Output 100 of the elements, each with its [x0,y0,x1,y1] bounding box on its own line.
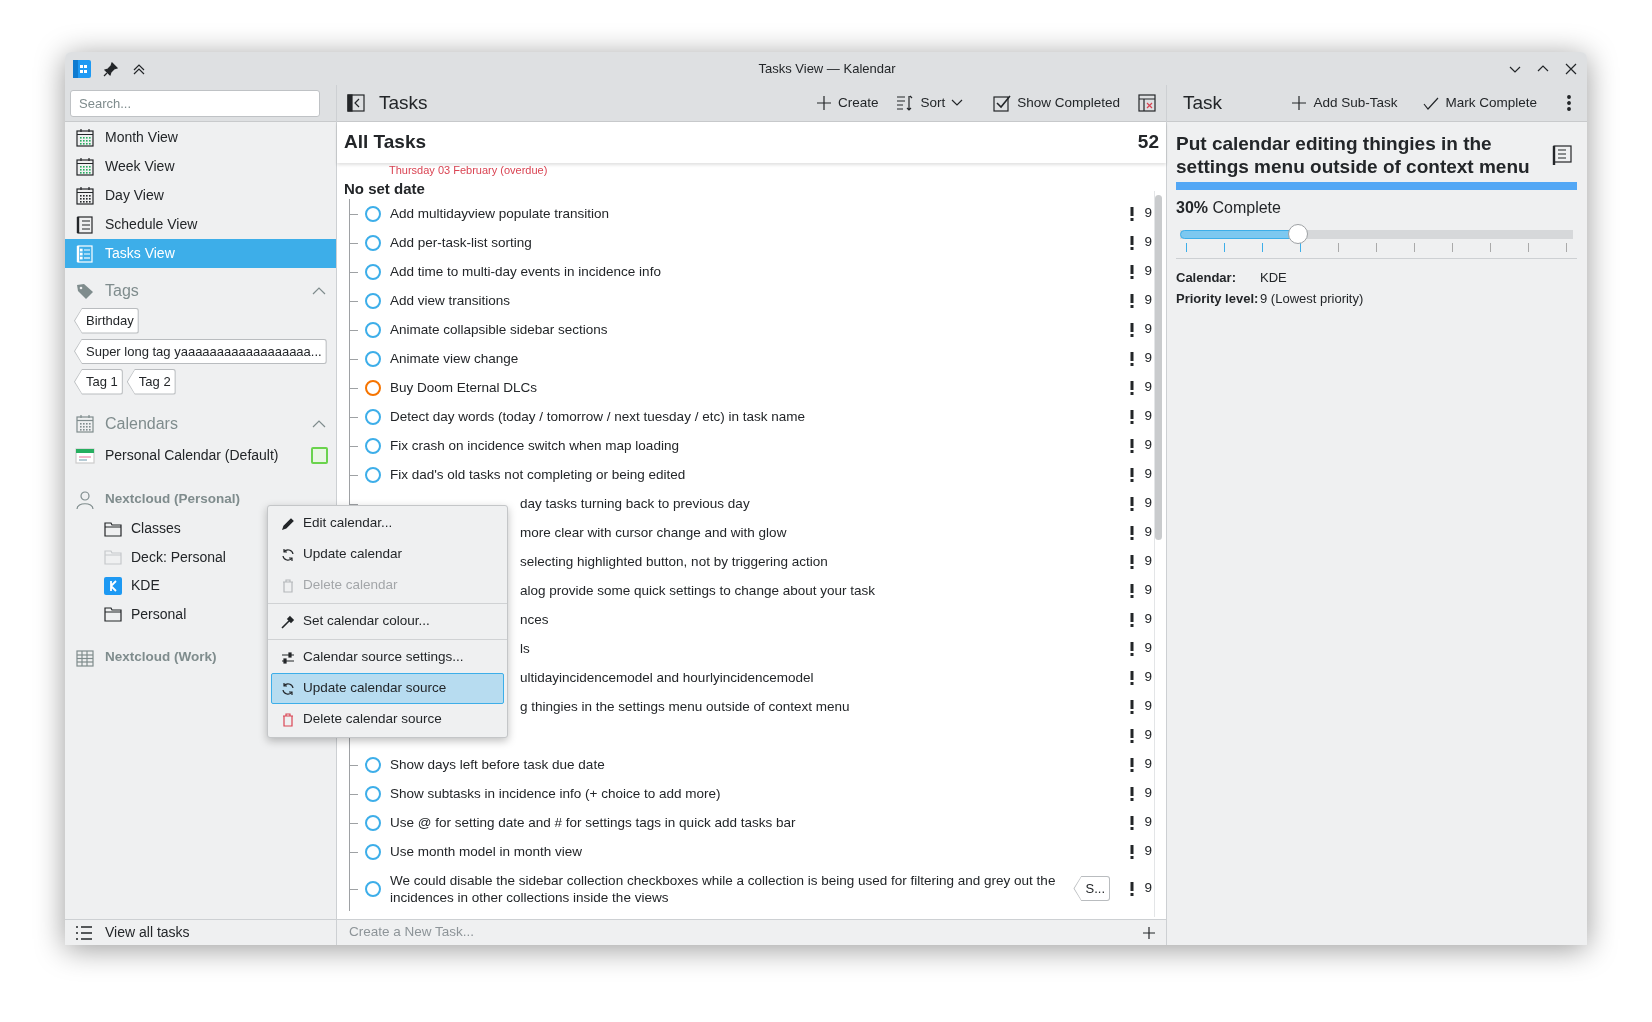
task-checkbox[interactable] [365,321,381,338]
task-title[interactable]: g thingies in the settings menu outside of context menu [520,698,1110,715]
sliders-icon [281,650,295,665]
task-checkbox[interactable] [365,785,381,802]
panel-close-icon[interactable] [1138,94,1156,112]
plus-icon [1291,95,1308,111]
task-checkbox[interactable] [365,814,381,831]
collapse-icon[interactable] [312,286,326,296]
task-title[interactable]: Fix dad's old tasks not completing or being edited [390,466,1110,483]
task-checkbox[interactable] [365,756,381,773]
list-icon [75,214,95,235]
app-icon [73,59,91,78]
task-title[interactable]: nces [520,611,1110,628]
priority-value: 9 [1144,523,1152,542]
priority-value: 9 [1144,494,1152,513]
task-checkbox[interactable] [365,234,381,251]
task-title[interactable]: Add multidayview populate transition [390,205,1110,222]
tag-chip[interactable]: Birthday [74,308,139,334]
more-icon[interactable] [1567,95,1571,111]
tag-chip[interactable]: Super long tag yaaaaaaaaaaaaaaaaaa... [74,338,327,364]
task-title[interactable]: Use month model in month view [390,843,1110,860]
task-checkbox[interactable] [365,379,381,396]
menu-item[interactable]: Delete calendar source [271,704,504,735]
pin-icon[interactable] [103,60,119,77]
priority-icon [1130,699,1135,714]
menu-item[interactable]: Calendar source settings... [271,642,504,673]
new-task-bar[interactable]: Create a New Task... [337,919,1166,945]
task-title[interactable]: Show days left before task due date [390,756,1110,773]
priority-value: 9 [1144,291,1152,310]
refresh-icon [281,681,295,696]
search-field[interactable]: Search... [70,89,320,117]
task-checkbox[interactable] [365,880,381,897]
priority-icon [1130,438,1135,453]
task-title[interactable]: Use @ for setting date and # for settings tags in quick add tasks bar [390,814,1110,831]
task-title[interactable]: Animate collapsible sidebar sections [390,321,1110,338]
slider-handle[interactable] [1287,224,1308,244]
sidebar-toggle-icon[interactable] [347,94,365,112]
toolbar-button[interactable]: Add Sub-Task [1285,88,1404,118]
trash-icon [281,578,295,593]
priority-icon [1130,583,1135,598]
sidebar-item[interactable]: Schedule View [65,210,336,239]
plus-icon[interactable] [1142,925,1156,940]
task-title: Put calendar editing thingies in the settings menu outside of context menu [1176,132,1531,178]
task-checkbox[interactable] [365,263,381,280]
task-checkbox[interactable] [365,408,381,425]
sidebar-item[interactable]: Month View [65,123,336,152]
priority-value: 9 [1144,879,1152,898]
menu-item[interactable]: Update calendar source [271,673,504,704]
task-checkbox[interactable] [365,843,381,860]
task-title[interactable]: Detect day words (today / tomorrow / next tuesday / etc) in task name [390,408,1110,425]
priority-value: 9 [1144,436,1152,455]
sidebar-item[interactable]: Week View [65,152,336,181]
task-title[interactable]: ultidayincidencemodel and hourlyincidencemodel [520,669,1110,686]
scrollbar[interactable] [1155,195,1162,540]
folder-icon [104,519,122,538]
menu-item[interactable]: Set calendar colour... [271,606,504,637]
menu-item[interactable]: Update calendar [271,539,504,570]
task-checkbox[interactable] [365,205,381,222]
calendar-icon [75,445,95,466]
task-title[interactable]: Animate view change [390,350,1110,367]
task-checkbox[interactable] [365,466,381,483]
task-checkbox[interactable] [365,437,381,454]
calendar-name[interactable]: Personal Calendar (Default) [105,445,301,466]
sidebar-item[interactable]: Day View [65,181,336,210]
task-title[interactable]: alog provide some quick settings to change about your task [520,582,1110,599]
menu-item[interactable]: Edit calendar... [271,508,504,539]
due-date: Thursday 03 February (overdue) [389,164,548,177]
priority-value: 9 [1144,842,1152,861]
toolbar-button[interactable]: Sort [890,88,970,118]
toolbar-button[interactable]: Mark Complete [1417,88,1543,118]
task-title[interactable]: ls [520,640,1110,657]
task-checkbox[interactable] [365,292,381,309]
task-title[interactable]: more clear with cursor change and with glow [520,524,1110,541]
tag-chip[interactable]: S... [1073,875,1110,902]
task-title[interactable]: Add per-task-list sorting [390,234,1110,251]
task-title[interactable]: Buy Doom Eternal DLCs [390,379,1110,396]
task-checkbox[interactable] [365,350,381,367]
person-icon [75,489,95,510]
priority-value: 9 [1144,552,1152,571]
task-title[interactable]: Add view transitions [390,292,1110,309]
tag-chip[interactable]: Tag 1 [74,369,123,395]
calendar-icon [75,185,95,206]
calendar-checkbox[interactable] [311,447,328,464]
view-all-tasks-button[interactable]: View all tasks [65,919,336,945]
task-title[interactable]: Add time to multi-day events in incidence info [390,263,1110,280]
toolbar-button[interactable]: Create [809,88,885,118]
task-title[interactable]: Show subtasks in incidence info (+ choice to add more) [390,785,1110,802]
new-task-field[interactable]: Create a New Task... [347,921,1142,944]
collapse-icon[interactable] [312,418,326,429]
notes-icon[interactable] [1551,144,1573,166]
task-title[interactable]: We could disable the sidebar collection checkboxes while a collection is being used for filtering and grey out the incidences in other collections inside the views [390,871,1058,906]
task-title[interactable]: Fix crash on incidence switch when map loading [390,437,1110,454]
priority-value: 9 [1144,204,1152,223]
tag-chip[interactable]: Tag 2 [126,369,176,395]
sort-icon [896,94,915,112]
task-title[interactable]: selecting highlighted button, not by triggering action [520,553,1110,570]
field-value: 9 (Lowest priority) [1260,291,1364,306]
priority-value: 9 [1144,668,1152,687]
toolbar-button[interactable]: Show Completed [987,88,1126,118]
task-title[interactable]: day tasks turning back to previous day [520,495,1110,512]
